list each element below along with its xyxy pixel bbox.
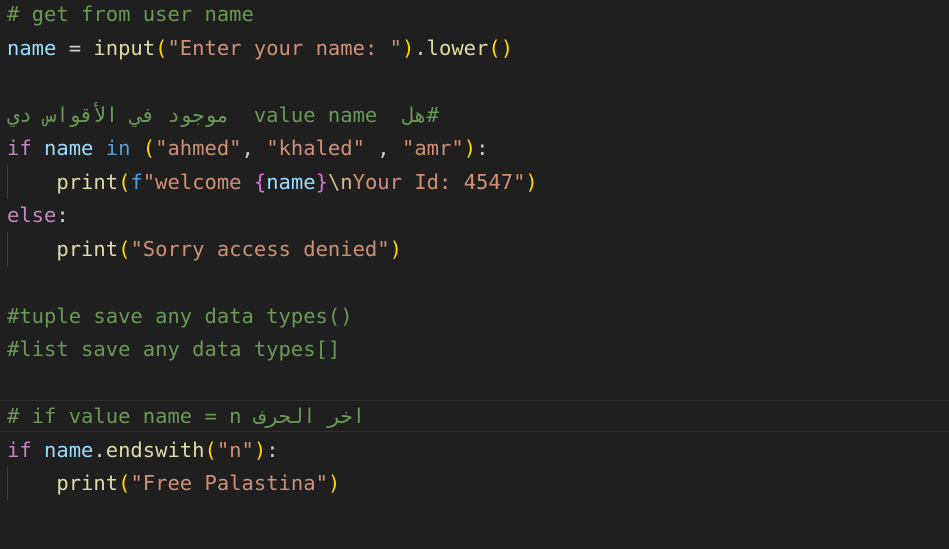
code-token: Your Id: 4547" — [352, 169, 526, 194]
code-line[interactable]: # if value name = n اخر الحرف — [7, 399, 365, 433]
code-line[interactable]: #هل value name موجود في الأقواس دي — [7, 98, 439, 132]
code-token: lower — [426, 35, 489, 60]
code-token: { — [253, 169, 267, 194]
code-token: : — [476, 136, 489, 160]
code-token: endswith — [105, 437, 205, 462]
code-token: . — [414, 35, 427, 60]
code-token: ( — [142, 136, 156, 160]
code-token: # get from user name — [7, 2, 254, 26]
code-token: ) — [525, 169, 538, 194]
code-line[interactable]: print(f"welcome {name}\nYour Id: 4547") — [7, 165, 538, 199]
code-token: \n — [327, 169, 353, 194]
code-token: ( — [155, 35, 168, 60]
code-token: if — [7, 136, 32, 160]
code-line[interactable]: #tuple save any data types() — [7, 299, 353, 333]
code-token: "amr" — [402, 136, 464, 160]
code-token: ) — [401, 35, 415, 60]
code-token: else — [7, 203, 57, 227]
code-token: "Enter your name: " — [167, 35, 402, 60]
code-token: #list save any data types[] — [7, 337, 341, 361]
code-token: input — [93, 35, 156, 60]
code-token: in — [105, 136, 131, 160]
code-line[interactable]: name = input("Enter your name: ").lower(… — [7, 31, 513, 65]
code-token: "n" — [216, 437, 254, 462]
code-token: "khaled" — [266, 136, 365, 160]
code-token: ( — [118, 471, 131, 495]
code-token: ( — [204, 437, 217, 462]
code-token: , — [241, 136, 267, 160]
code-token: #هل value name موجود في الأقواس دي — [7, 102, 439, 127]
code-token: ) — [327, 471, 341, 495]
indent-guide — [7, 164, 8, 199]
code-token: ( — [118, 236, 131, 261]
code-token: ) — [253, 437, 267, 462]
code-token: # if value name = n اخر الحرف — [7, 404, 365, 428]
code-line[interactable]: if name in ("ahmed", "khaled" , "amr"): — [7, 131, 488, 165]
code-token: ) — [389, 236, 402, 261]
indent-guide — [7, 466, 8, 500]
code-line[interactable]: #list save any data types[] — [7, 332, 340, 366]
code-token: if — [7, 437, 32, 462]
code-token: ) — [463, 136, 477, 160]
indent-guide — [7, 231, 8, 266]
code-token: print — [56, 236, 119, 261]
code-token: : — [266, 437, 279, 462]
code-line[interactable]: if name.endswith("n"): — [7, 433, 279, 467]
code-token: "Sorry access denied" — [130, 236, 390, 261]
code-token: } — [315, 169, 328, 194]
code-token: print — [56, 169, 119, 194]
code-token: . — [93, 437, 106, 462]
code-token: "welcome — [142, 169, 254, 194]
code-token: name — [44, 136, 94, 160]
code-token: f — [130, 169, 143, 194]
code-line[interactable]: # get from user name — [7, 0, 254, 31]
code-token: , — [364, 136, 402, 160]
code-token: () — [488, 35, 514, 60]
code-line[interactable]: print("Sorry access denied") — [7, 232, 402, 266]
code-token: = — [56, 35, 94, 60]
code-token: "ahmed" — [155, 136, 242, 160]
code-token: "Free Palastina" — [130, 471, 328, 495]
code-line[interactable]: else: — [7, 198, 69, 232]
code-token: #tuple save any data types() — [7, 303, 353, 328]
code-token: print — [56, 471, 119, 495]
code-token: name — [266, 169, 316, 194]
code-token: : — [56, 203, 69, 227]
code-token: name — [44, 437, 94, 462]
code-token: ( — [118, 169, 131, 194]
code-token: name — [7, 35, 57, 60]
code-line[interactable]: print("Free Palastina") — [7, 466, 340, 500]
code-editor[interactable]: # get from user name name = input("Enter … — [0, 0, 949, 549]
